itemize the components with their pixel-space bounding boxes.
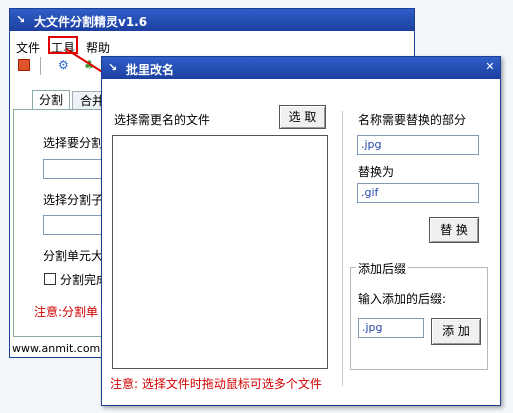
dialog-title: 批里改名: [126, 63, 175, 77]
app-icon: ↘: [16, 13, 26, 26]
replace-with-label: 替换为: [358, 165, 395, 179]
label-unit-size: 分割单元大: [43, 249, 104, 263]
add-suffix-group-title: 添加后缀: [356, 260, 409, 277]
toolbar-separator: [40, 57, 41, 75]
add-suffix-prompt: 输入添加的后缀:: [358, 292, 447, 306]
add-suffix-input[interactable]: .jpg: [358, 318, 424, 338]
menu-file[interactable]: 文件: [16, 39, 40, 56]
replace-part-input[interactable]: .jpg: [357, 135, 479, 155]
replace-button-label: 替 换: [440, 223, 468, 237]
dialog-titlebar: ↘ 批里改名 ✕: [102, 57, 500, 79]
add-button-label: 添 加: [442, 324, 470, 338]
replace-part-label: 名称需要替换的部分: [358, 113, 467, 127]
dialog-note: 注意: 选择文件时拖动鼠标可选多个文件: [110, 377, 322, 391]
footer-url: www.anmit.com: [12, 342, 101, 355]
split-done-checkbox[interactable]: [44, 273, 56, 285]
add-suffix-value: .jpg: [362, 321, 383, 334]
add-button[interactable]: 添 加: [431, 318, 481, 345]
replace-button[interactable]: 替 换: [429, 217, 479, 243]
split-note: 注意:分割单: [34, 305, 99, 319]
column-divider: [342, 111, 343, 386]
main-titlebar: ↘ 大文件分割精灵v1.6: [10, 9, 414, 31]
select-files-label: 选择需更名的文件: [114, 113, 211, 127]
close-icon[interactable]: ✕: [482, 60, 498, 74]
file-list[interactable]: [112, 135, 328, 369]
toolbar-stop-icon[interactable]: [18, 59, 30, 71]
rename-dialog: ↘ 批里改名 ✕ 选择需更名的文件 选 取 注意: 选择文件时拖动鼠标可选多个文…: [101, 56, 501, 406]
replace-with-value: .gif: [361, 186, 379, 199]
label-select-dir: 选择分割子: [43, 193, 104, 207]
replace-with-input[interactable]: .gif: [357, 183, 479, 203]
main-window-title: 大文件分割精灵v1.6: [34, 15, 148, 29]
select-button[interactable]: 选 取: [279, 105, 326, 129]
label-select-file: 选择要分割: [43, 136, 104, 150]
select-button-label: 选 取: [288, 110, 317, 124]
dialog-icon: ↘: [108, 61, 118, 74]
replace-part-value: .jpg: [361, 138, 382, 151]
